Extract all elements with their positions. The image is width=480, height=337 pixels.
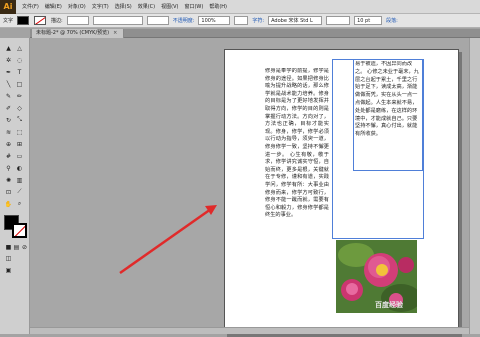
document-tab-bar: 未标题-2* @ 70% (CMYK/预览) ×	[30, 29, 480, 38]
menu-select[interactable]: 选择(S)	[112, 3, 135, 10]
menu-help[interactable]: 帮助(H)	[206, 3, 230, 10]
rectangle-tool-icon[interactable]: □	[15, 80, 24, 88]
hand-tool-icon[interactable]: ✋	[4, 200, 13, 208]
free-transform-tool-icon[interactable]: ⬚	[15, 128, 24, 136]
tools-panel: ▲ △ ✲ ◌ ✒ T ╲ □ ✎ ✏ ✐ ◇ ↻ ⤡ ≋ ⬚ ⊕ ⊞ # ▭ …	[0, 38, 30, 334]
menu-bar: Ai 文件(F) 编辑(E) 对象(O) 文字(T) 选择(S) 效果(C) 视…	[0, 0, 480, 14]
menu-view[interactable]: 视图(V)	[158, 3, 181, 10]
menu-object[interactable]: 对象(O)	[65, 3, 89, 10]
watermark: 百度经验	[375, 301, 403, 309]
blend-tool-icon[interactable]: ◐	[15, 164, 24, 172]
scale-tool-icon[interactable]: ⤡	[15, 116, 24, 124]
opacity-link[interactable]: 不透明度:	[173, 17, 195, 24]
warp-tool-icon[interactable]: ≋	[4, 128, 13, 136]
control-bar: 文字 描边: 不透明度: 100% 字符: Adobe 宋体 Std L 10 …	[0, 14, 480, 28]
menu-type[interactable]: 文字(T)	[89, 3, 112, 10]
direct-selection-tool-icon[interactable]: △	[15, 44, 24, 52]
line-tool-icon[interactable]: ╲	[4, 80, 13, 88]
magic-wand-tool-icon[interactable]: ✲	[4, 56, 13, 64]
artboard-tool-icon[interactable]: ⊡	[4, 188, 13, 196]
type-tool-icon[interactable]: T	[15, 68, 24, 76]
fill-swatch[interactable]	[17, 16, 30, 25]
stroke-color-icon[interactable]	[12, 223, 27, 238]
font-style-select[interactable]	[326, 16, 351, 25]
menu-window[interactable]: 窗口(W)	[181, 3, 206, 10]
draw-normal-icon[interactable]: ◫	[4, 254, 13, 262]
brush-select[interactable]	[146, 16, 169, 25]
selection-tool-icon[interactable]: ▲	[4, 44, 13, 52]
character-link[interactable]: 字符:	[252, 17, 264, 24]
horizontal-scrollbar[interactable]	[30, 327, 469, 334]
style-swatch[interactable]	[234, 16, 249, 25]
variable-width-select[interactable]	[92, 16, 143, 25]
app-logo: Ai	[0, 0, 16, 14]
paintbrush-tool-icon[interactable]: ✎	[4, 92, 13, 100]
stroke-swatch[interactable]	[34, 16, 47, 25]
tool-label: 文字	[3, 18, 14, 24]
shape-builder-tool-icon[interactable]: ⊕	[4, 140, 13, 148]
eraser-tool-icon[interactable]: ◇	[15, 104, 24, 112]
paragraph-link[interactable]: 段落:	[386, 17, 398, 24]
lasso-tool-icon[interactable]: ◌	[15, 56, 24, 64]
right-panel-strip[interactable]	[469, 38, 480, 334]
close-icon[interactable]: ×	[113, 30, 117, 36]
menu-effect[interactable]: 效果(C)	[135, 3, 158, 10]
menu-items: 文件(F) 编辑(E) 对象(O) 文字(T) 选择(S) 效果(C) 视图(V…	[19, 3, 230, 10]
zoom-tool-icon[interactable]: ⌕	[15, 200, 24, 208]
opacity-field[interactable]: 100%	[198, 16, 231, 25]
menu-file[interactable]: 文件(F)	[19, 3, 42, 10]
font-family-select[interactable]: Adobe 宋体 Std L	[268, 16, 323, 25]
slice-tool-icon[interactable]: ⟋	[15, 188, 24, 196]
eyedropper-tool-icon[interactable]: ⚲	[4, 164, 13, 172]
rotate-tool-icon[interactable]: ↻	[4, 116, 13, 124]
document-tab-title: 未标题-2* @ 70% (CMYK/预览)	[36, 30, 110, 36]
perspective-grid-tool-icon[interactable]: ⊞	[15, 140, 24, 148]
column-graph-tool-icon[interactable]: ▥	[15, 176, 24, 184]
document-tab[interactable]: 未标题-2* @ 70% (CMYK/预览) ×	[32, 29, 125, 38]
blob-brush-tool-icon[interactable]: ✐	[4, 104, 13, 112]
annotation-arrow	[119, 205, 217, 275]
screen-mode-icon[interactable]: ▣	[4, 266, 13, 274]
none-mode-icon[interactable]: ⊘	[20, 243, 29, 251]
font-size-field[interactable]: 10 pt	[354, 16, 383, 25]
stroke-weight-select[interactable]	[66, 16, 89, 25]
symbol-sprayer-tool-icon[interactable]: ✺	[4, 176, 13, 184]
canvas-area[interactable]: 修身是奉学的前提，修学是修身的途径。如果把修身比喻为提升战略的话，那么修学就是战…	[30, 38, 480, 337]
pen-tool-icon[interactable]: ✒	[4, 68, 13, 76]
mesh-tool-icon[interactable]: #	[4, 152, 13, 160]
gradient-tool-icon[interactable]: ▭	[15, 152, 24, 160]
menu-edit[interactable]: 编辑(E)	[42, 3, 65, 10]
stroke-label[interactable]: 描边:	[51, 17, 63, 24]
pencil-tool-icon[interactable]: ✏	[15, 92, 24, 100]
